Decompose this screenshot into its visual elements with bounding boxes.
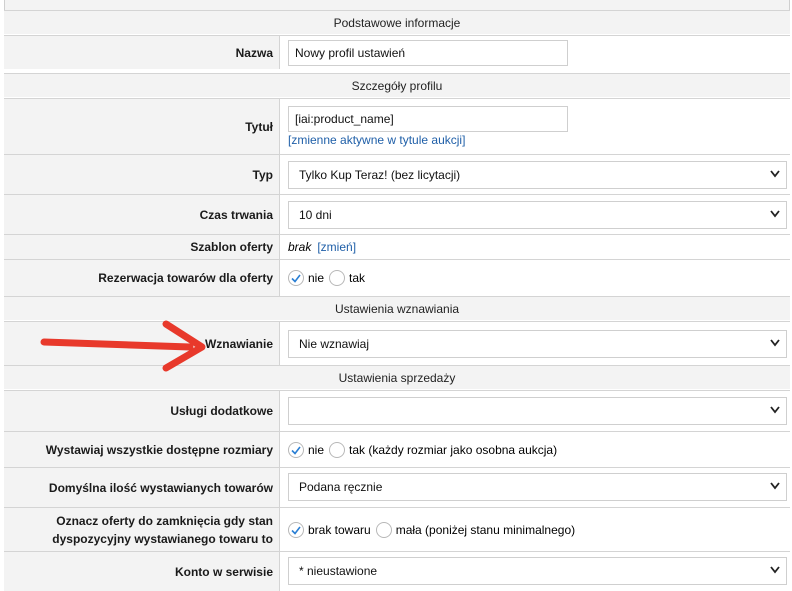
reservation-label: Rezerwacja towarów dla oferty — [4, 260, 280, 296]
row-name: Nazwa Nowy profil ustawień — [4, 35, 790, 69]
check-icon — [291, 274, 301, 283]
row-reservation: Rezerwacja towarów dla oferty nie tak — [4, 259, 790, 296]
type-select-value: Tylko Kup Teraz! (bez licytacji) — [299, 168, 461, 182]
chevron-down-icon — [770, 210, 780, 218]
check-icon — [291, 446, 301, 455]
red-arrow-annotation-icon — [40, 320, 206, 372]
row-title: Tytuł [iai:product_name] [zmienne aktywn… — [4, 98, 790, 154]
all-sizes-radio-no[interactable] — [288, 441, 304, 458]
close-offers-opt-none: brak towaru — [308, 522, 371, 537]
row-account: Konto w serwisie * nieustawione — [4, 551, 790, 591]
section-title: Szczegóły profilu — [351, 79, 443, 93]
row-extra-services: Usługi dodatkowe — [4, 390, 790, 431]
template-value: brak — [288, 240, 312, 254]
close-offers-radio-low[interactable] — [375, 521, 392, 538]
all-sizes-label: Wystawiaj wszystkie dostępne rozmiary — [4, 432, 280, 467]
template-label: Szablon oferty — [4, 235, 280, 259]
all-sizes-opt-yes: tak (każdy rozmiar jako osobna aukcja) — [349, 442, 558, 457]
duration-select[interactable]: 10 dni — [288, 201, 787, 229]
top-strip — [4, 0, 790, 10]
account-select[interactable]: * nieustawione — [288, 557, 787, 585]
row-all-sizes: Wystawiaj wszystkie dostępne rozmiary ni… — [4, 431, 790, 467]
row-default-qty: Domyślna ilość wystawianych towarów Poda… — [4, 467, 790, 507]
duration-label: Czas trwania — [4, 195, 280, 234]
close-offers-label-line2: dyspozycyjny wystawianego towaru to — [52, 531, 273, 546]
type-select[interactable]: Tylko Kup Teraz! (bez licytacji) — [288, 161, 787, 189]
name-input[interactable]: Nowy profil ustawień — [288, 40, 568, 66]
chevron-down-icon — [770, 339, 780, 347]
close-offers-radio-none[interactable] — [288, 521, 304, 538]
default-qty-select[interactable]: Podana ręcznie — [288, 473, 787, 501]
all-sizes-opt-no: nie — [308, 442, 325, 457]
all-sizes-radio-yes[interactable] — [329, 441, 346, 458]
name-label: Nazwa — [4, 36, 280, 69]
row-type: Typ Tylko Kup Teraz! (bez licytacji) — [4, 154, 790, 194]
template-change-link[interactable]: [zmień] — [317, 240, 356, 254]
chevron-down-icon — [770, 406, 780, 414]
section-renewal: Ustawienia wznawiania — [4, 296, 790, 320]
reservation-radio-no[interactable] — [288, 270, 304, 286]
title-input[interactable]: [iai:product_name] — [288, 106, 568, 132]
section-title: Podstawowe informacje — [333, 16, 461, 30]
default-qty-label: Domyślna ilość wystawianych towarów — [4, 468, 280, 507]
section-basic-info: Podstawowe informacje — [4, 10, 790, 34]
reservation-radio-yes[interactable] — [329, 270, 346, 286]
renewal-select-value: Nie wznawiaj — [299, 337, 370, 351]
section-title: Ustawienia sprzedaży — [338, 371, 456, 385]
title-label: Tytuł — [4, 99, 280, 154]
row-template: Szablon oferty brak [zmień] — [4, 234, 790, 259]
account-label: Konto w serwisie — [4, 552, 280, 591]
row-duration: Czas trwania 10 dni — [4, 194, 790, 234]
title-variables-link[interactable]: [zmienne aktywne w tytule aukcji] — [288, 133, 465, 147]
default-qty-select-value: Podana ręcznie — [299, 480, 383, 494]
type-label: Typ — [4, 155, 280, 194]
close-offers-opt-low: mała (poniżej stanu minimalnego) — [395, 522, 576, 537]
renewal-select[interactable]: Nie wznawiaj — [288, 330, 787, 358]
account-select-value: * nieustawione — [299, 564, 378, 578]
section-profile-details: Szczegóły profilu — [4, 73, 790, 97]
duration-select-value: 10 dni — [299, 208, 332, 222]
section-title: Ustawienia wznawiania — [334, 302, 460, 316]
close-offers-label-line1: Oznacz oferty do zamknięcia gdy stan — [56, 513, 273, 528]
reservation-opt-yes: tak — [349, 271, 366, 285]
extra-services-select[interactable] — [288, 397, 787, 425]
chevron-down-icon — [770, 170, 780, 178]
row-close-offers: Oznacz oferty do zamknięcia gdy stan dys… — [4, 507, 790, 551]
check-icon — [291, 526, 301, 535]
chevron-down-icon — [770, 566, 780, 574]
chevron-down-icon — [770, 482, 780, 490]
extra-services-label: Usługi dodatkowe — [4, 391, 280, 431]
close-offers-label: Oznacz oferty do zamknięcia gdy stan dys… — [4, 508, 280, 551]
reservation-opt-no: nie — [308, 271, 325, 285]
